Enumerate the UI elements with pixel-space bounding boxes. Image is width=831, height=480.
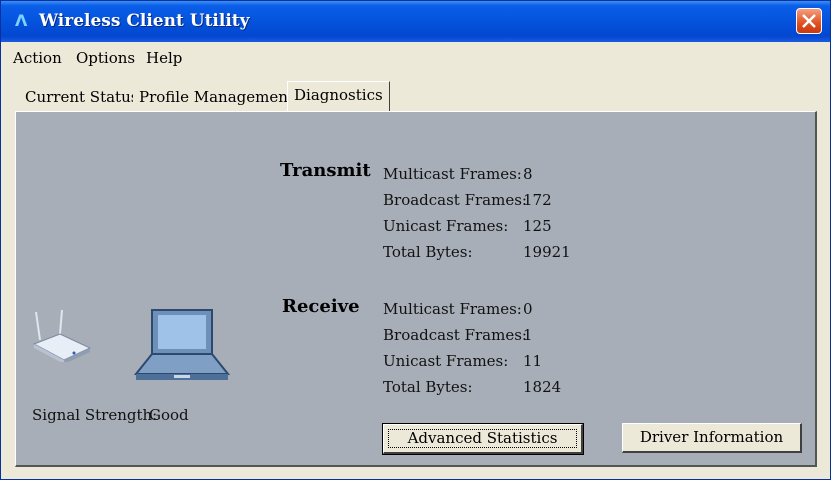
signal-strength-label: Signal Strength: <box>32 406 158 424</box>
receive-total-bytes-value: 1824 <box>523 378 562 396</box>
transmit-heading: Transmit <box>280 160 371 181</box>
close-button[interactable] <box>796 8 822 34</box>
title-bar[interactable]: Λ Wireless Client Utility <box>1 1 830 42</box>
transmit-unicast-label: Unicast Frames: <box>383 217 509 235</box>
transmit-multicast-value: 8 <box>523 165 533 183</box>
tab-current-status[interactable]: Current Status <box>19 83 146 111</box>
receive-heading: Receive <box>282 296 360 317</box>
advanced-statistics-button[interactable]: Advanced Statistics <box>382 423 584 455</box>
transmit-broadcast-label: Broadcast Frames: <box>383 191 527 209</box>
driver-information-button[interactable]: Driver Information <box>622 423 802 453</box>
tab-profile-management[interactable]: Profile Management <box>133 83 300 111</box>
receive-unicast-label: Unicast Frames: <box>383 352 509 370</box>
access-point-icon <box>32 309 92 362</box>
tab-diagnostics[interactable]: Diagnostics <box>287 81 390 113</box>
transmit-broadcast-value: 172 <box>523 191 552 209</box>
window-title: Wireless Client Utility <box>39 11 250 31</box>
menu-options[interactable]: Options <box>76 49 135 67</box>
receive-total-bytes-label: Total Bytes: <box>383 378 473 396</box>
receive-broadcast-value: 1 <box>523 326 533 344</box>
wireless-client-utility-window: Λ Wireless Client Utility Action Options… <box>0 0 831 480</box>
menu-action[interactable]: Action <box>13 49 62 67</box>
menu-help[interactable]: Help <box>146 49 182 67</box>
app-icon: Λ <box>15 11 28 30</box>
diagnostics-panel: Signal Strength: Good Transmit Multicast… <box>15 111 817 467</box>
signal-strength-value: Good <box>149 406 189 424</box>
transmit-total-bytes-value: 19921 <box>523 243 571 261</box>
transmit-multicast-label: Multicast Frames: <box>383 165 522 183</box>
receive-broadcast-label: Broadcast Frames: <box>383 326 527 344</box>
laptop-icon <box>134 309 230 380</box>
receive-multicast-label: Multicast Frames: <box>383 300 522 318</box>
close-icon <box>802 14 816 28</box>
menu-bar: Action Options Help <box>1 43 830 73</box>
transmit-total-bytes-label: Total Bytes: <box>383 243 473 261</box>
transmit-unicast-value: 125 <box>523 217 552 235</box>
receive-multicast-value: 0 <box>523 300 533 318</box>
receive-unicast-value: 11 <box>523 352 543 370</box>
